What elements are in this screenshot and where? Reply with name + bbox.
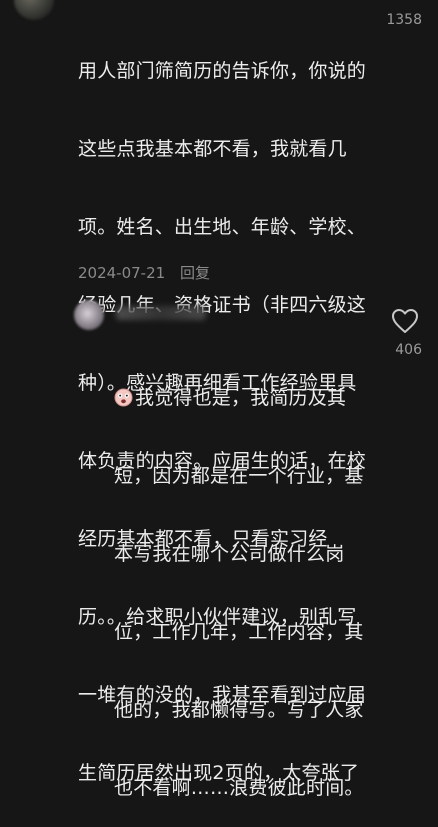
like-count: 1358 [386, 12, 422, 28]
reply-avatar[interactable] [74, 300, 104, 330]
comment-line: 项。姓名、出生地、年龄、学校、 [78, 216, 367, 238]
commenter-avatar[interactable] [14, 0, 54, 20]
reply-button[interactable]: 回复 [180, 264, 210, 282]
shocked-face-emoji-icon [114, 388, 133, 407]
heart-icon[interactable] [391, 308, 419, 334]
comment-line: 这些点我基本都不看，我就看几 [78, 138, 347, 160]
like-count: 406 [395, 342, 422, 358]
comment-line: 用人部门筛简历的告诉你，你说的 [78, 60, 367, 82]
comment-line-text: 我觉得也是，我简历及其 [135, 387, 347, 409]
comment-date: 2024-07-21 [78, 264, 166, 282]
comment-meta: 2024-07-21 回复 [78, 262, 220, 283]
comment-line: 他的，我都懒得写。写了人家 [114, 699, 364, 721]
comment-line: 本写我在哪个公司做什么岗 [114, 543, 345, 565]
reply-body: 我觉得也是，我简历及其 短，因为都是在一个行业，基 本写我在哪个公司做什么岗 位… [114, 333, 364, 827]
comment-line: 也不看啊……浪费彼此时间。 [114, 777, 364, 799]
reply-username[interactable] [116, 306, 206, 320]
comment-line: 位，工作几年，工作内容，其 [114, 621, 364, 643]
comment-line: 我觉得也是，我简历及其 [114, 385, 364, 411]
comment-line: 短，因为都是在一个行业，基 [114, 465, 364, 487]
